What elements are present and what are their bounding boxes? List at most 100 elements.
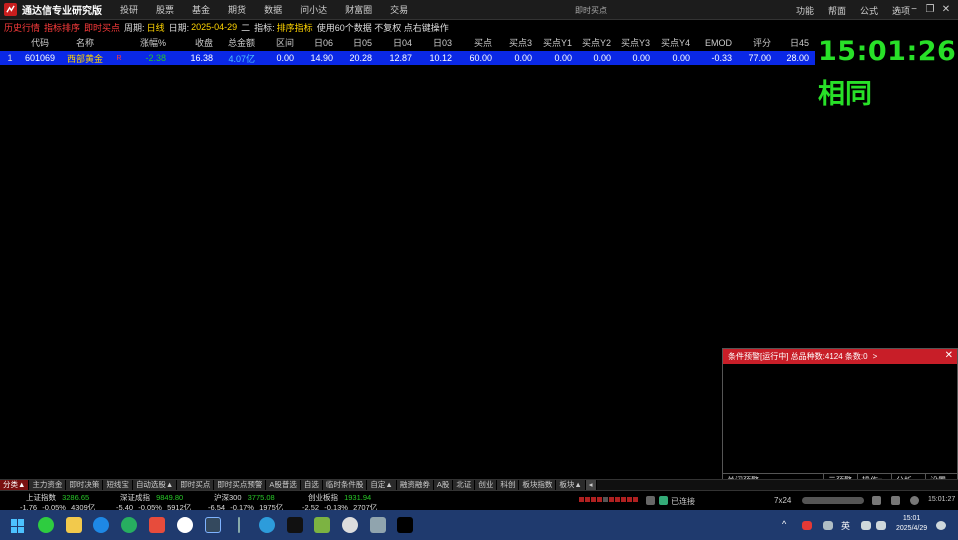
tab-instant-decision[interactable]: 即时决策: [66, 480, 104, 490]
app-circle-icon[interactable]: [342, 517, 358, 533]
column-header-buy-y1[interactable]: 买点Y1: [532, 36, 572, 49]
volume-icon[interactable]: [876, 521, 886, 530]
alert-more-icon[interactable]: >: [873, 352, 878, 361]
tab-chinext[interactable]: 创业: [475, 480, 498, 490]
column-header-close[interactable]: 收盘: [166, 36, 213, 49]
column-header-emod[interactable]: EMOD: [690, 38, 732, 48]
column-header-d06[interactable]: 日06: [294, 36, 333, 49]
alert-panel: 条件预警[运行中] 总品种数:4124 条数:0 > ✕ 关闭预警 云预警 操作…: [722, 348, 958, 488]
period-value[interactable]: 日线: [147, 21, 165, 34]
date-label: 日期:: [168, 22, 190, 33]
wifi-icon[interactable]: [861, 521, 871, 530]
app-cloud-icon[interactable]: [370, 517, 386, 533]
table-row[interactable]: 1 601069 西部黄金 R -2.38 16.38 4.07亿 0.00 1…: [0, 51, 815, 65]
tab-temp-condition[interactable]: 临时条件股: [322, 480, 368, 490]
back-icon[interactable]: ←: [890, 3, 906, 17]
taskbar-clock[interactable]: 15:01 2025/4/29: [896, 514, 927, 534]
connection-icon[interactable]: [659, 496, 668, 505]
column-header-buy-y3[interactable]: 买点Y3: [611, 36, 650, 49]
edge-icon[interactable]: [93, 517, 109, 533]
tab-auto-select[interactable]: 自动选股▲: [132, 480, 178, 490]
record-app-icon[interactable]: [177, 517, 193, 533]
tab-watchlist[interactable]: 自选: [300, 480, 323, 490]
column-header-code[interactable]: 代码: [20, 36, 60, 49]
tdx-app-icon[interactable]: [205, 517, 221, 533]
windows-start-icon[interactable]: [11, 519, 25, 533]
tab-category[interactable]: 分类▲: [0, 480, 30, 490]
lock-icon[interactable]: [646, 496, 655, 505]
column-header-score[interactable]: 评分: [732, 36, 771, 49]
column-header-buy3[interactable]: 买点3: [492, 36, 532, 49]
column-header-amount[interactable]: 总金额: [213, 36, 255, 49]
history-link[interactable]: 历史行情: [4, 21, 40, 34]
instant-buy-label: 即时买点: [84, 22, 121, 33]
column-header-name[interactable]: 名称: [60, 36, 110, 49]
column-header-buy[interactable]: 买点: [452, 36, 492, 49]
index-sz-name: 深证成指: [120, 493, 150, 502]
menu-item-wealth[interactable]: 财富圈: [345, 3, 372, 16]
tray-window-icon[interactable]: [823, 521, 833, 530]
column-header-pct[interactable]: 涨幅%: [128, 36, 166, 49]
app-green-icon[interactable]: [314, 517, 330, 533]
tab-short-line[interactable]: 短线宝: [103, 480, 133, 490]
tab-sector[interactable]: 板块▲: [556, 480, 586, 490]
tab-bse[interactable]: 北证: [453, 480, 476, 490]
app-blue-icon[interactable]: [259, 517, 275, 533]
column-header-d05[interactable]: 日05: [333, 36, 372, 49]
menu-item-futures[interactable]: 期货: [228, 3, 246, 16]
tab-a-share-select[interactable]: A股普选: [266, 480, 301, 490]
cell-buy-y2: 0.00: [593, 53, 611, 63]
column-header-d45[interactable]: 日45: [771, 36, 809, 49]
column-header-range[interactable]: 区间: [255, 36, 294, 49]
pycharm-icon[interactable]: [287, 517, 303, 533]
column-header-buy-y4[interactable]: 买点Y4: [650, 36, 690, 49]
column-header-d03[interactable]: 日03: [412, 36, 452, 49]
news-app-icon[interactable]: [149, 517, 165, 533]
table-header: 代码 名称 涨幅% 收盘 总金额 区间 日06 日05 日04 日03 买点 买…: [0, 35, 815, 50]
menu-item-screens[interactable]: 帮面: [828, 4, 846, 17]
tab-star[interactable]: 科创: [497, 480, 520, 490]
column-header-buy-y2[interactable]: 买点Y2: [572, 36, 611, 49]
menu-item-ask[interactable]: 问小达: [300, 3, 327, 16]
clock-time: 15:01:26: [818, 36, 957, 67]
minimize-icon[interactable]: −: [906, 3, 922, 17]
chat-icon[interactable]: [872, 496, 881, 505]
tiktok-icon[interactable]: [397, 517, 413, 533]
indicator-value[interactable]: 排序指标: [277, 21, 313, 34]
tab-sector-index[interactable]: 板块指数: [519, 480, 557, 490]
menu-item-funds[interactable]: 基金: [192, 3, 210, 16]
menu-item-research[interactable]: 投研: [120, 3, 138, 16]
tab-margin[interactable]: 融资融券: [396, 480, 434, 490]
tab-main-funds[interactable]: 主力资金: [29, 480, 67, 490]
tray-chevron-icon[interactable]: ^: [782, 519, 786, 529]
index-cyb-name: 创业板指: [308, 493, 338, 502]
tab-instant-buy-alert[interactable]: 即时买点预警: [214, 480, 267, 490]
tab-custom[interactable]: 自定▲: [367, 480, 397, 490]
menu-item-data[interactable]: 数据: [264, 3, 282, 16]
menu-item-trade[interactable]: 交易: [390, 3, 408, 16]
app-logo-icon: [4, 3, 17, 16]
network-icon[interactable]: [910, 496, 919, 505]
file-explorer-icon[interactable]: [66, 517, 82, 533]
menu-item-stocks[interactable]: 股票: [156, 3, 174, 16]
column-header-d04[interactable]: 日04: [372, 36, 412, 49]
menu-item-formula[interactable]: 公式: [860, 4, 878, 17]
notification-icon[interactable]: [936, 521, 946, 530]
tab-scroll-left-icon[interactable]: ◂: [585, 480, 597, 490]
indicator-sort-link[interactable]: 指标排序: [44, 21, 80, 34]
close-icon[interactable]: ✕: [938, 3, 954, 17]
mute-icon[interactable]: [891, 496, 900, 505]
menu-item-functions[interactable]: 功能: [796, 4, 814, 17]
input-language[interactable]: 英: [841, 519, 850, 532]
title-bar: 通达信专业研究版 投研 股票 基金 期货 数据 问小达 财富圈 交易 即时买点 …: [0, 0, 958, 20]
wechat-icon[interactable]: [38, 517, 54, 533]
alert-close-icon[interactable]: ✕: [945, 350, 953, 361]
window-controls: ← − ❐ ✕: [890, 3, 954, 17]
date-value[interactable]: 2025-04-29: [191, 22, 237, 32]
tab-a-share[interactable]: A股: [433, 480, 454, 490]
restore-icon[interactable]: ❐: [922, 3, 938, 17]
tray-app-icon[interactable]: [802, 521, 812, 530]
search-app-icon[interactable]: [121, 517, 137, 533]
bottom-tab-strip: 分类▲ 主力资金 即时决策 短线宝 自动选股▲ 即时买点 即时买点预警 A股普选…: [0, 479, 958, 490]
tab-instant-buy[interactable]: 即时买点: [177, 480, 215, 490]
